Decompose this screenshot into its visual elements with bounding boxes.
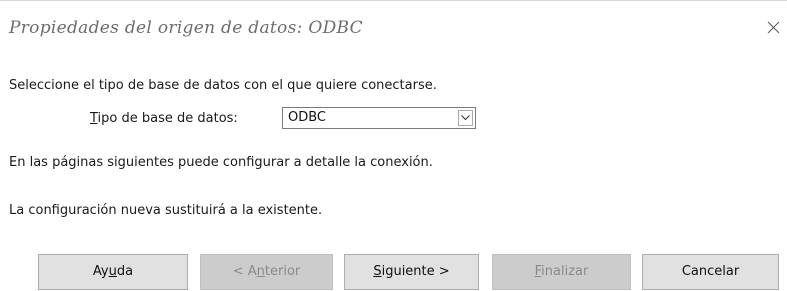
chevron-down-icon	[461, 115, 470, 121]
finish-button[interactable]: Finalizar	[492, 254, 631, 290]
database-type-label-mnemonic: T	[90, 111, 98, 126]
database-type-label: Tipo de base de datos:	[90, 111, 238, 126]
help-label-post: da	[116, 264, 134, 279]
database-type-label-rest: ipo de base de datos:	[97, 111, 238, 126]
close-icon[interactable]	[766, 20, 782, 36]
back-button[interactable]: < Anterior	[200, 254, 333, 290]
info-replace-text: La configuración nueva sustituirá a la e…	[9, 203, 323, 218]
next-label-mnemonic: S	[373, 264, 382, 279]
back-label-mnemonic: n	[256, 264, 265, 279]
intro-text: Seleccione el tipo de base de datos con …	[9, 78, 437, 93]
dialog-title: Propiedades del origen de datos: ODBC	[9, 18, 363, 38]
title-bar[interactable]: Propiedades del origen de datos: ODBC	[0, 1, 787, 45]
dropdown-button[interactable]	[458, 110, 473, 126]
database-type-select[interactable]: ODBC	[282, 107, 476, 129]
next-button[interactable]: Siguiente >	[344, 254, 479, 290]
cancel-button[interactable]: Cancelar	[642, 254, 779, 290]
database-type-value: ODBC	[288, 110, 327, 125]
back-label-post: terior	[264, 264, 301, 279]
info-pages-text: En las páginas siguientes puede configur…	[9, 155, 433, 170]
back-label-pre: < A	[232, 264, 257, 279]
help-label-mnemonic: u	[108, 264, 117, 279]
cancel-label: Cancelar	[681, 264, 740, 279]
help-label-pre: Ay	[92, 264, 109, 279]
finish-label-post: inalizar	[541, 264, 589, 279]
datasource-properties-dialog: Propiedades del origen de datos: ODBC Se…	[0, 0, 787, 291]
next-label-post: iguiente >	[381, 264, 450, 279]
help-button[interactable]: Ayuda	[38, 254, 188, 290]
